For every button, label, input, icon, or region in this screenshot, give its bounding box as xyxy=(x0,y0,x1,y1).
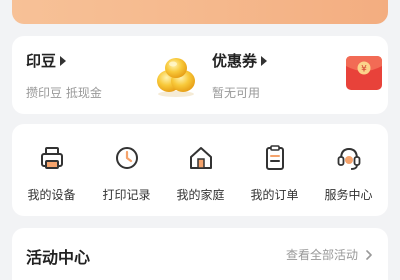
menu-card: 我的设备 打印记录 我的家庭 我的订单 服务中心 xyxy=(12,124,388,216)
red-envelope-icon: ¥ xyxy=(346,56,382,90)
coupon-subtitle: 暂无可用 xyxy=(212,86,261,100)
arrow-right-icon xyxy=(261,55,268,66)
customer-service-icon xyxy=(337,147,360,170)
coupon-title-text: 优惠券 xyxy=(212,52,258,70)
menu-item-service-center[interactable]: 服务中心 xyxy=(311,124,386,216)
gold-beans-icon xyxy=(157,58,195,97)
clock-icon xyxy=(115,147,138,169)
view-all-activities-link[interactable]: 查看全部活动 xyxy=(286,246,374,263)
order-list-icon xyxy=(265,145,284,170)
menu-item-my-orders[interactable]: 我的订单 xyxy=(237,124,312,216)
coupon-title: 优惠券 xyxy=(212,50,268,71)
menu-item-my-family[interactable]: 我的家庭 xyxy=(163,124,238,216)
top-banner xyxy=(12,0,388,24)
envelope-mark: ¥ xyxy=(361,65,367,75)
yindou-title: 印豆 xyxy=(26,50,67,71)
view-all-label: 查看全部活动 xyxy=(285,248,358,262)
yindou-title-text: 印豆 xyxy=(26,52,57,70)
activity-center-title: 活动中心 xyxy=(26,248,91,267)
menu-label: 打印记录 xyxy=(102,188,151,202)
menu-label: 我的设备 xyxy=(27,188,76,202)
assets-card: 印豆 攒印豆 抵现金 优惠券 暂无可用 ¥ xyxy=(12,36,388,114)
activity-card: 活动中心 查看全部活动 xyxy=(12,228,388,280)
menu-item-print-history[interactable]: 打印记录 xyxy=(89,124,164,216)
menu-item-my-devices[interactable]: 我的设备 xyxy=(14,124,89,216)
chevron-right-icon xyxy=(366,249,372,260)
menu-label: 我的订单 xyxy=(250,188,299,202)
yindou-entry[interactable]: 印豆 攒印豆 抵现金 xyxy=(12,36,200,114)
home-icon xyxy=(189,147,212,169)
arrow-right-icon xyxy=(60,55,67,66)
menu-label: 我的家庭 xyxy=(176,188,225,202)
menu-label: 服务中心 xyxy=(324,188,373,202)
yindou-subtitle: 攒印豆 抵现金 xyxy=(26,86,102,100)
printer-icon xyxy=(40,147,63,169)
